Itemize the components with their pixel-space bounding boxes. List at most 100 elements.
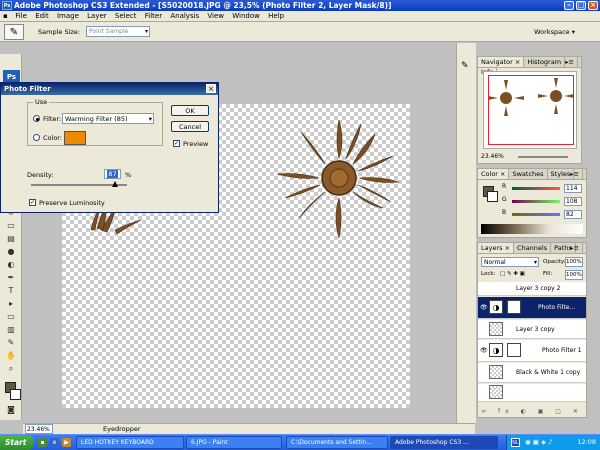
- tab-navigator[interactable]: Navigator ×: [478, 57, 525, 67]
- workspace-button[interactable]: Workspace ▾: [517, 26, 575, 38]
- task-paint[interactable]: 6.JPG - Paint: [186, 436, 282, 449]
- color-ramp[interactable]: [481, 224, 583, 234]
- tab-layers[interactable]: Layers ×: [478, 243, 515, 253]
- color-radio[interactable]: [33, 134, 40, 141]
- menu-help[interactable]: Help: [265, 11, 287, 22]
- menu-filter[interactable]: Filter: [142, 11, 165, 22]
- task-documents-folder[interactable]: C:\Documents and Settin...: [286, 436, 388, 449]
- ps-menu-icon[interactable]: ▪: [0, 11, 10, 22]
- quicklaunch-ie-icon[interactable]: e: [50, 438, 59, 447]
- lock-icons[interactable]: □ ✎ ✚ ▣: [500, 271, 525, 277]
- eyedropper-tool-preset-icon[interactable]: ✎: [4, 24, 24, 40]
- red-value[interactable]: 114: [564, 184, 582, 193]
- type-tool-icon[interactable]: T: [5, 285, 17, 296]
- fill-input[interactable]: 100%: [565, 270, 583, 280]
- layer-row[interactable]: [478, 384, 586, 402]
- filter-radio[interactable]: [33, 115, 40, 122]
- menu-image[interactable]: Image: [54, 11, 82, 22]
- density-slider-thumb[interactable]: [111, 181, 118, 187]
- sample-size-label: Sample Size:: [38, 28, 80, 36]
- navigator-thumbnail[interactable]: [483, 71, 577, 149]
- layer-mask-thumbnail[interactable]: [507, 300, 521, 314]
- panel-menu-icon[interactable]: ▸≡: [567, 169, 583, 179]
- color-swatch[interactable]: [64, 131, 86, 145]
- menu-edit[interactable]: Edit: [32, 11, 52, 22]
- hand-tool-icon[interactable]: ✋: [5, 350, 17, 361]
- navigator-zoom-slider[interactable]: [518, 156, 568, 158]
- notes-tool-icon[interactable]: ▥: [5, 324, 17, 335]
- red-slider[interactable]: [512, 187, 560, 190]
- zoom-tool-icon[interactable]: ⌕: [5, 363, 17, 374]
- menu-analysis[interactable]: Analysis: [167, 11, 202, 22]
- layer-thumbnail: [489, 365, 503, 379]
- tray-icons[interactable]: ◉ ▣ ◈ ♪: [525, 435, 552, 450]
- cancel-button[interactable]: Cancel: [171, 121, 209, 132]
- tab-swatches[interactable]: Swatches: [509, 169, 548, 179]
- visibility-eye-icon[interactable]: 👁: [480, 304, 488, 311]
- visibility-eye-icon[interactable]: 👁: [480, 347, 488, 354]
- menu-select[interactable]: Select: [112, 11, 140, 22]
- sample-size-select[interactable]: Point Sample: [86, 26, 150, 37]
- path-selection-tool-icon[interactable]: ▸: [5, 298, 17, 309]
- green-slider[interactable]: [512, 200, 560, 203]
- layer-row-selected[interactable]: 👁 ◑ Photo Filte...: [478, 297, 586, 319]
- zoom-field[interactable]: 23.46%: [25, 424, 53, 434]
- dodge-tool-icon[interactable]: ◐: [5, 259, 17, 270]
- quicklaunch-desktop-icon[interactable]: ▪: [38, 438, 47, 447]
- preserve-luminosity-checkbox[interactable]: ✓: [29, 199, 36, 206]
- green-value[interactable]: 108: [564, 197, 582, 206]
- task-led-hotkey-keyboard[interactable]: LED HOTKEY KEYBOARD: [76, 436, 184, 449]
- layers-panel-footer-icons[interactable]: ∞ fx ◐ ▣ ▢ ✕: [478, 407, 586, 417]
- layer-mask-thumbnail[interactable]: [507, 343, 521, 357]
- close-button[interactable]: ×: [588, 1, 598, 10]
- eyedropper-tool-2-icon[interactable]: ✎: [5, 337, 17, 348]
- windows-taskbar: Start ▪ e ▶ LED HOTKEY KEYBOARD 6.JPG - …: [0, 434, 600, 450]
- tab-channels[interactable]: Channels: [514, 243, 552, 253]
- density-input[interactable]: 87: [104, 169, 121, 179]
- layer-row[interactable]: Layer 3 copy: [478, 320, 586, 339]
- menu-layer[interactable]: Layer: [84, 11, 110, 22]
- color-background-swatch[interactable]: [487, 191, 498, 202]
- dialog-close-icon[interactable]: ×: [206, 84, 216, 93]
- blue-value[interactable]: 82: [564, 210, 582, 219]
- menu-file[interactable]: File: [12, 11, 30, 22]
- start-button[interactable]: Start: [0, 435, 34, 450]
- blend-mode-select[interactable]: Normal: [481, 257, 539, 267]
- opacity-input[interactable]: 100%: [565, 257, 583, 267]
- shape-tool-icon[interactable]: ▭: [5, 311, 17, 322]
- filter-label: Filter:: [43, 115, 62, 123]
- tool-presets-icon[interactable]: ✎: [461, 61, 469, 71]
- red-row: R 114: [502, 183, 584, 195]
- pen-tool-icon[interactable]: ✒: [5, 272, 17, 283]
- panel-menu-icon[interactable]: ▸≡: [567, 243, 583, 253]
- maximize-button[interactable]: □: [576, 1, 586, 10]
- layer-thumbnail: [489, 385, 503, 399]
- navigator-view-box[interactable]: [488, 75, 574, 145]
- use-group-label: Use: [33, 98, 50, 106]
- tab-color[interactable]: Color ×: [478, 169, 510, 179]
- quick-mask-icon[interactable]: ◙: [5, 404, 17, 415]
- layer-row[interactable]: Layer 3 copy 2: [478, 282, 586, 296]
- blue-slider[interactable]: [512, 213, 560, 216]
- tab-histogram[interactable]: Histogram: [524, 57, 566, 67]
- preserve-luminosity-label: Preserve Luminosity: [39, 199, 105, 207]
- ok-button[interactable]: OK: [171, 105, 209, 116]
- language-indicator[interactable]: NL: [511, 438, 520, 447]
- sun-ornament-right: [276, 119, 400, 239]
- quicklaunch-media-icon[interactable]: ▶: [62, 438, 71, 447]
- background-color-swatch[interactable]: [10, 389, 21, 400]
- eraser-tool-icon[interactable]: ▭: [5, 220, 17, 231]
- layer-row[interactable]: Black & White 1 copy: [478, 363, 586, 383]
- layer-row[interactable]: 👁 ◑ Photo Filter 1: [478, 340, 586, 362]
- gradient-tool-icon[interactable]: ▤: [5, 233, 17, 244]
- panel-menu-icon[interactable]: ▸≡: [562, 57, 578, 67]
- density-slider[interactable]: [31, 181, 127, 187]
- minimize-button[interactable]: –: [564, 1, 574, 10]
- menu-view[interactable]: View: [204, 11, 227, 22]
- preview-checkbox[interactable]: ✓: [173, 140, 180, 147]
- menu-window[interactable]: Window: [229, 11, 263, 22]
- task-photoshop[interactable]: Adobe Photoshop CS3 ...: [390, 436, 498, 449]
- filter-select[interactable]: Warming Filter (85): [62, 113, 154, 124]
- blur-tool-icon[interactable]: ●: [5, 246, 17, 257]
- menu-bar: ▪ File Edit Image Layer Select Filter An…: [0, 11, 600, 22]
